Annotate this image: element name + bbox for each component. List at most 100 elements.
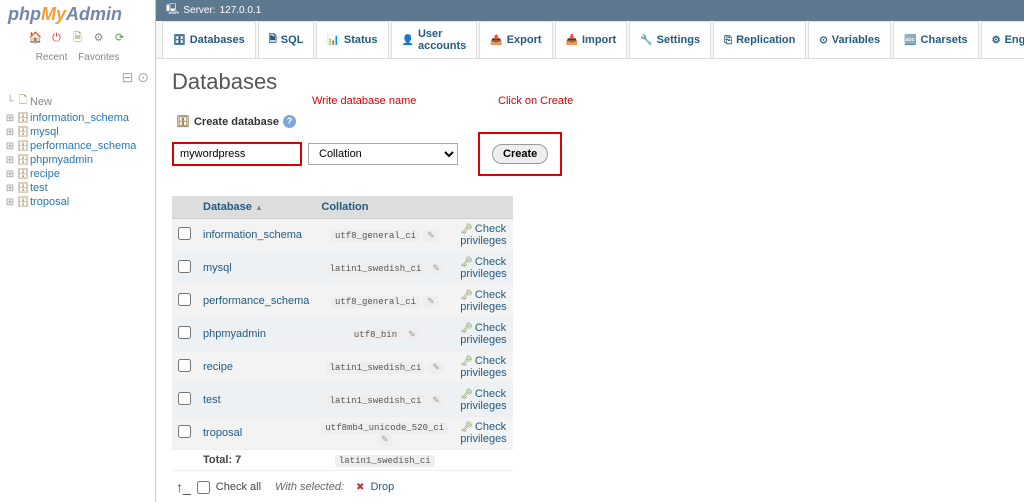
tab-icon: 🗎 (269, 32, 277, 49)
content: Databases Write database name Click on C… (156, 59, 1024, 502)
privileges-icon: 🗝 (460, 290, 473, 301)
tab-label: Export (507, 34, 542, 46)
create-button[interactable]: Create (492, 144, 548, 164)
check-all-row: ↑_ Check all With selected: ✖ Drop (172, 471, 1024, 502)
tree-db-item[interactable]: ⊞🗄mysql (4, 125, 151, 139)
top-tabs: 🗄Databases🗎SQL📊Status👤User accounts 📤 Expo… (156, 21, 1024, 59)
edit-collation-icon[interactable]: ✎ (423, 296, 439, 308)
db-link[interactable]: troposal (203, 427, 242, 439)
edit-collation-icon[interactable]: ✎ (428, 362, 444, 374)
reload-icon[interactable]: ⟳ (113, 31, 127, 45)
create-db-icon: 🗄 (176, 115, 190, 128)
database-name-input[interactable] (172, 142, 302, 166)
tree-db-item[interactable]: ⊞🗄performance_schema (4, 139, 151, 153)
tab-import[interactable]: 📥Import (555, 21, 628, 58)
expand-icon[interactable]: ⊞ (4, 113, 16, 124)
db-icon: 🗄 (16, 155, 30, 166)
check-all-checkbox[interactable] (197, 481, 210, 494)
expand-icon[interactable]: ⊞ (4, 141, 16, 152)
help-icon[interactable]: ? (283, 115, 296, 128)
table-row: troposalutf8mb4_unicode_520_ci ✎🗝Check p… (172, 417, 513, 450)
tree-db-item[interactable]: ⊞🗄test (4, 181, 151, 195)
tree-db-item[interactable]: ⊞🗄phpmyadmin (4, 153, 151, 167)
row-checkbox[interactable] (178, 326, 191, 339)
sidebar-toolbar: 🏠 ⏻ 🗎 ⚙ ⟳ (0, 27, 155, 50)
privileges-icon: 🗝 (460, 323, 473, 334)
row-checkbox[interactable] (178, 293, 191, 306)
tab-icon: ⎘ (724, 35, 732, 46)
tree-db-label: information_schema (30, 112, 129, 124)
table-row: recipelatin1_swedish_ci ✎🗝Check privileg… (172, 351, 513, 384)
logout-icon[interactable]: ⏻ (49, 32, 63, 46)
sidebar-toggles: ⊟ ⊙ (0, 69, 155, 90)
db-link[interactable]: performance_schema (203, 295, 309, 307)
privileges-icon: 🗝 (460, 257, 473, 268)
logo[interactable]: phpMyAdmin (0, 0, 155, 27)
tab-label: User accounts (418, 28, 466, 52)
edit-collation-icon[interactable]: ✎ (423, 230, 439, 242)
header-database[interactable]: Database ▲ (197, 196, 315, 219)
collapse-icon[interactable]: ⊟ (122, 69, 134, 85)
edit-collation-icon[interactable]: ✎ (428, 395, 444, 407)
expand-icon[interactable]: ⊞ (4, 155, 16, 166)
server-breadcrumb: 🖳 Server: 127.0.0.1 (156, 0, 1024, 21)
tab-replication[interactable]: ⎘Replication (713, 21, 806, 58)
db-link[interactable]: information_schema (203, 229, 302, 241)
collation-select[interactable]: Collation (308, 143, 458, 165)
favorites-link[interactable]: Favorites (78, 52, 119, 63)
db-link[interactable]: mysql (203, 262, 232, 274)
row-collation: utf8_general_ci (331, 230, 420, 242)
tab-user-accounts[interactable]: 👤User accounts (391, 21, 478, 58)
tree-db-item[interactable]: ⊞🗄information_schema (4, 111, 151, 125)
expand-icon[interactable]: ⊞ (4, 183, 16, 194)
tab-sql[interactable]: 🗎SQL (258, 21, 315, 58)
tab-settings[interactable]: 🔧Settings (629, 21, 711, 58)
db-link[interactable]: phpmyadmin (203, 328, 266, 340)
db-link[interactable]: test (203, 394, 221, 406)
with-selected-label: With selected: (275, 481, 344, 493)
tab-status[interactable]: 📊Status (316, 21, 388, 58)
logo-text-my: My (41, 4, 66, 24)
row-checkbox[interactable] (178, 392, 191, 405)
tab-variables[interactable]: ⊙Variables (808, 21, 891, 58)
edit-collation-icon[interactable]: ✎ (404, 329, 420, 341)
recent-link[interactable]: Recent (36, 52, 68, 63)
settings-icon[interactable]: ⚙ (92, 31, 106, 45)
create-heading-label: Create database (194, 116, 279, 128)
tree-new-label: New (30, 96, 52, 108)
header-action (454, 196, 512, 219)
header-collation[interactable]: Collation (315, 196, 454, 219)
db-icon: 🗄 (16, 113, 30, 124)
sidebar-links: Recent Favorites (0, 50, 155, 69)
edit-collation-icon[interactable]: ✎ (428, 263, 444, 275)
tab-charsets[interactable]: 🔤Charsets (893, 21, 979, 58)
tab-icon: 📤 (490, 35, 502, 46)
sort-asc-icon: ▲ (255, 203, 263, 212)
total-collation: latin1_swedish_ci (335, 455, 435, 467)
row-checkbox[interactable] (178, 425, 191, 438)
docs-icon[interactable]: 🗎 (71, 29, 85, 43)
server-icon: 🖳 (166, 2, 179, 19)
expand-icon[interactable]: ⊞ (4, 169, 16, 180)
tree-db-item[interactable]: ⊞🗄recipe (4, 167, 151, 181)
row-checkbox[interactable] (178, 260, 191, 273)
row-checkbox[interactable] (178, 227, 191, 240)
tree-db-item[interactable]: ⊞🗄troposal (4, 195, 151, 209)
page-title: Databases (172, 69, 1024, 95)
db-icon: 🗄 (16, 183, 30, 194)
db-link[interactable]: recipe (203, 361, 233, 373)
row-checkbox[interactable] (178, 359, 191, 372)
tab-databases[interactable]: 🗄Databases (162, 21, 256, 58)
tab-engines[interactable]: ⚙Engines (981, 21, 1024, 58)
tree-db-label: test (30, 182, 48, 194)
drop-link[interactable]: Drop (370, 481, 394, 493)
tree-new-db[interactable]: └ 🗋 New (4, 92, 151, 111)
tab-export[interactable]: 📤 Export (479, 21, 552, 58)
home-icon[interactable]: 🏠 (28, 31, 42, 45)
tab-icon: 🔧 (640, 35, 652, 46)
expand-icon[interactable]: ⊞ (4, 197, 16, 208)
expand-icon[interactable]: ⊞ (4, 127, 16, 138)
expand-icon[interactable]: ⊙ (137, 69, 149, 85)
edit-collation-icon[interactable]: ✎ (377, 434, 393, 446)
privileges-icon: 🗝 (460, 422, 473, 433)
